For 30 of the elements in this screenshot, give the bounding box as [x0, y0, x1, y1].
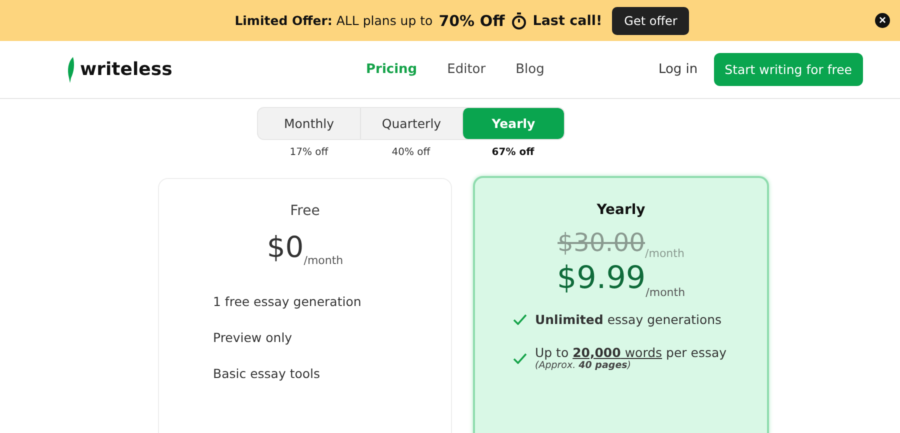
feature-text: 1 free essay generation	[213, 294, 362, 309]
get-offer-button[interactable]: Get offer	[612, 6, 690, 34]
feather-icon	[66, 56, 76, 84]
offer-text: Limited Offer: ALL plans up to	[234, 13, 433, 28]
plan-name: Yearly	[596, 202, 646, 218]
plan-name: Free	[289, 203, 321, 219]
price: $9.99	[556, 263, 646, 294]
words-link[interactable]: 20,000 words	[572, 345, 662, 360]
billing-tab[interactable]: Monthly	[258, 108, 360, 139]
login-link[interactable]: Log in	[658, 62, 698, 77]
feature-note: (Approx. 40 pages)	[535, 360, 632, 371]
price-unit: /month	[646, 286, 686, 299]
feature-text: Basic essay tools	[213, 366, 320, 381]
feature-text: Unlimited essay generations	[535, 312, 722, 327]
discount-label: 40% off	[390, 147, 432, 158]
discount-label: 67% off	[490, 147, 536, 158]
price-unit: /month	[645, 247, 684, 260]
nav-link[interactable]: Editor	[447, 62, 486, 77]
discount-label: 17% off	[288, 147, 330, 158]
price-unit: /month	[304, 254, 344, 267]
stopwatch-icon	[510, 12, 527, 30]
feature-text: Preview only	[213, 330, 292, 345]
last-call-text: Last call!	[532, 12, 602, 28]
close-button[interactable]: ×	[875, 13, 890, 28]
old-price: $30.00	[558, 230, 646, 255]
brand-name: writeless	[80, 59, 172, 80]
discount-text: 70% Off	[438, 12, 505, 30]
price: $0	[266, 233, 304, 262]
feature-text: Up to 20,000 words per essay	[535, 345, 727, 360]
nav-link[interactable]: Blog	[516, 62, 544, 77]
